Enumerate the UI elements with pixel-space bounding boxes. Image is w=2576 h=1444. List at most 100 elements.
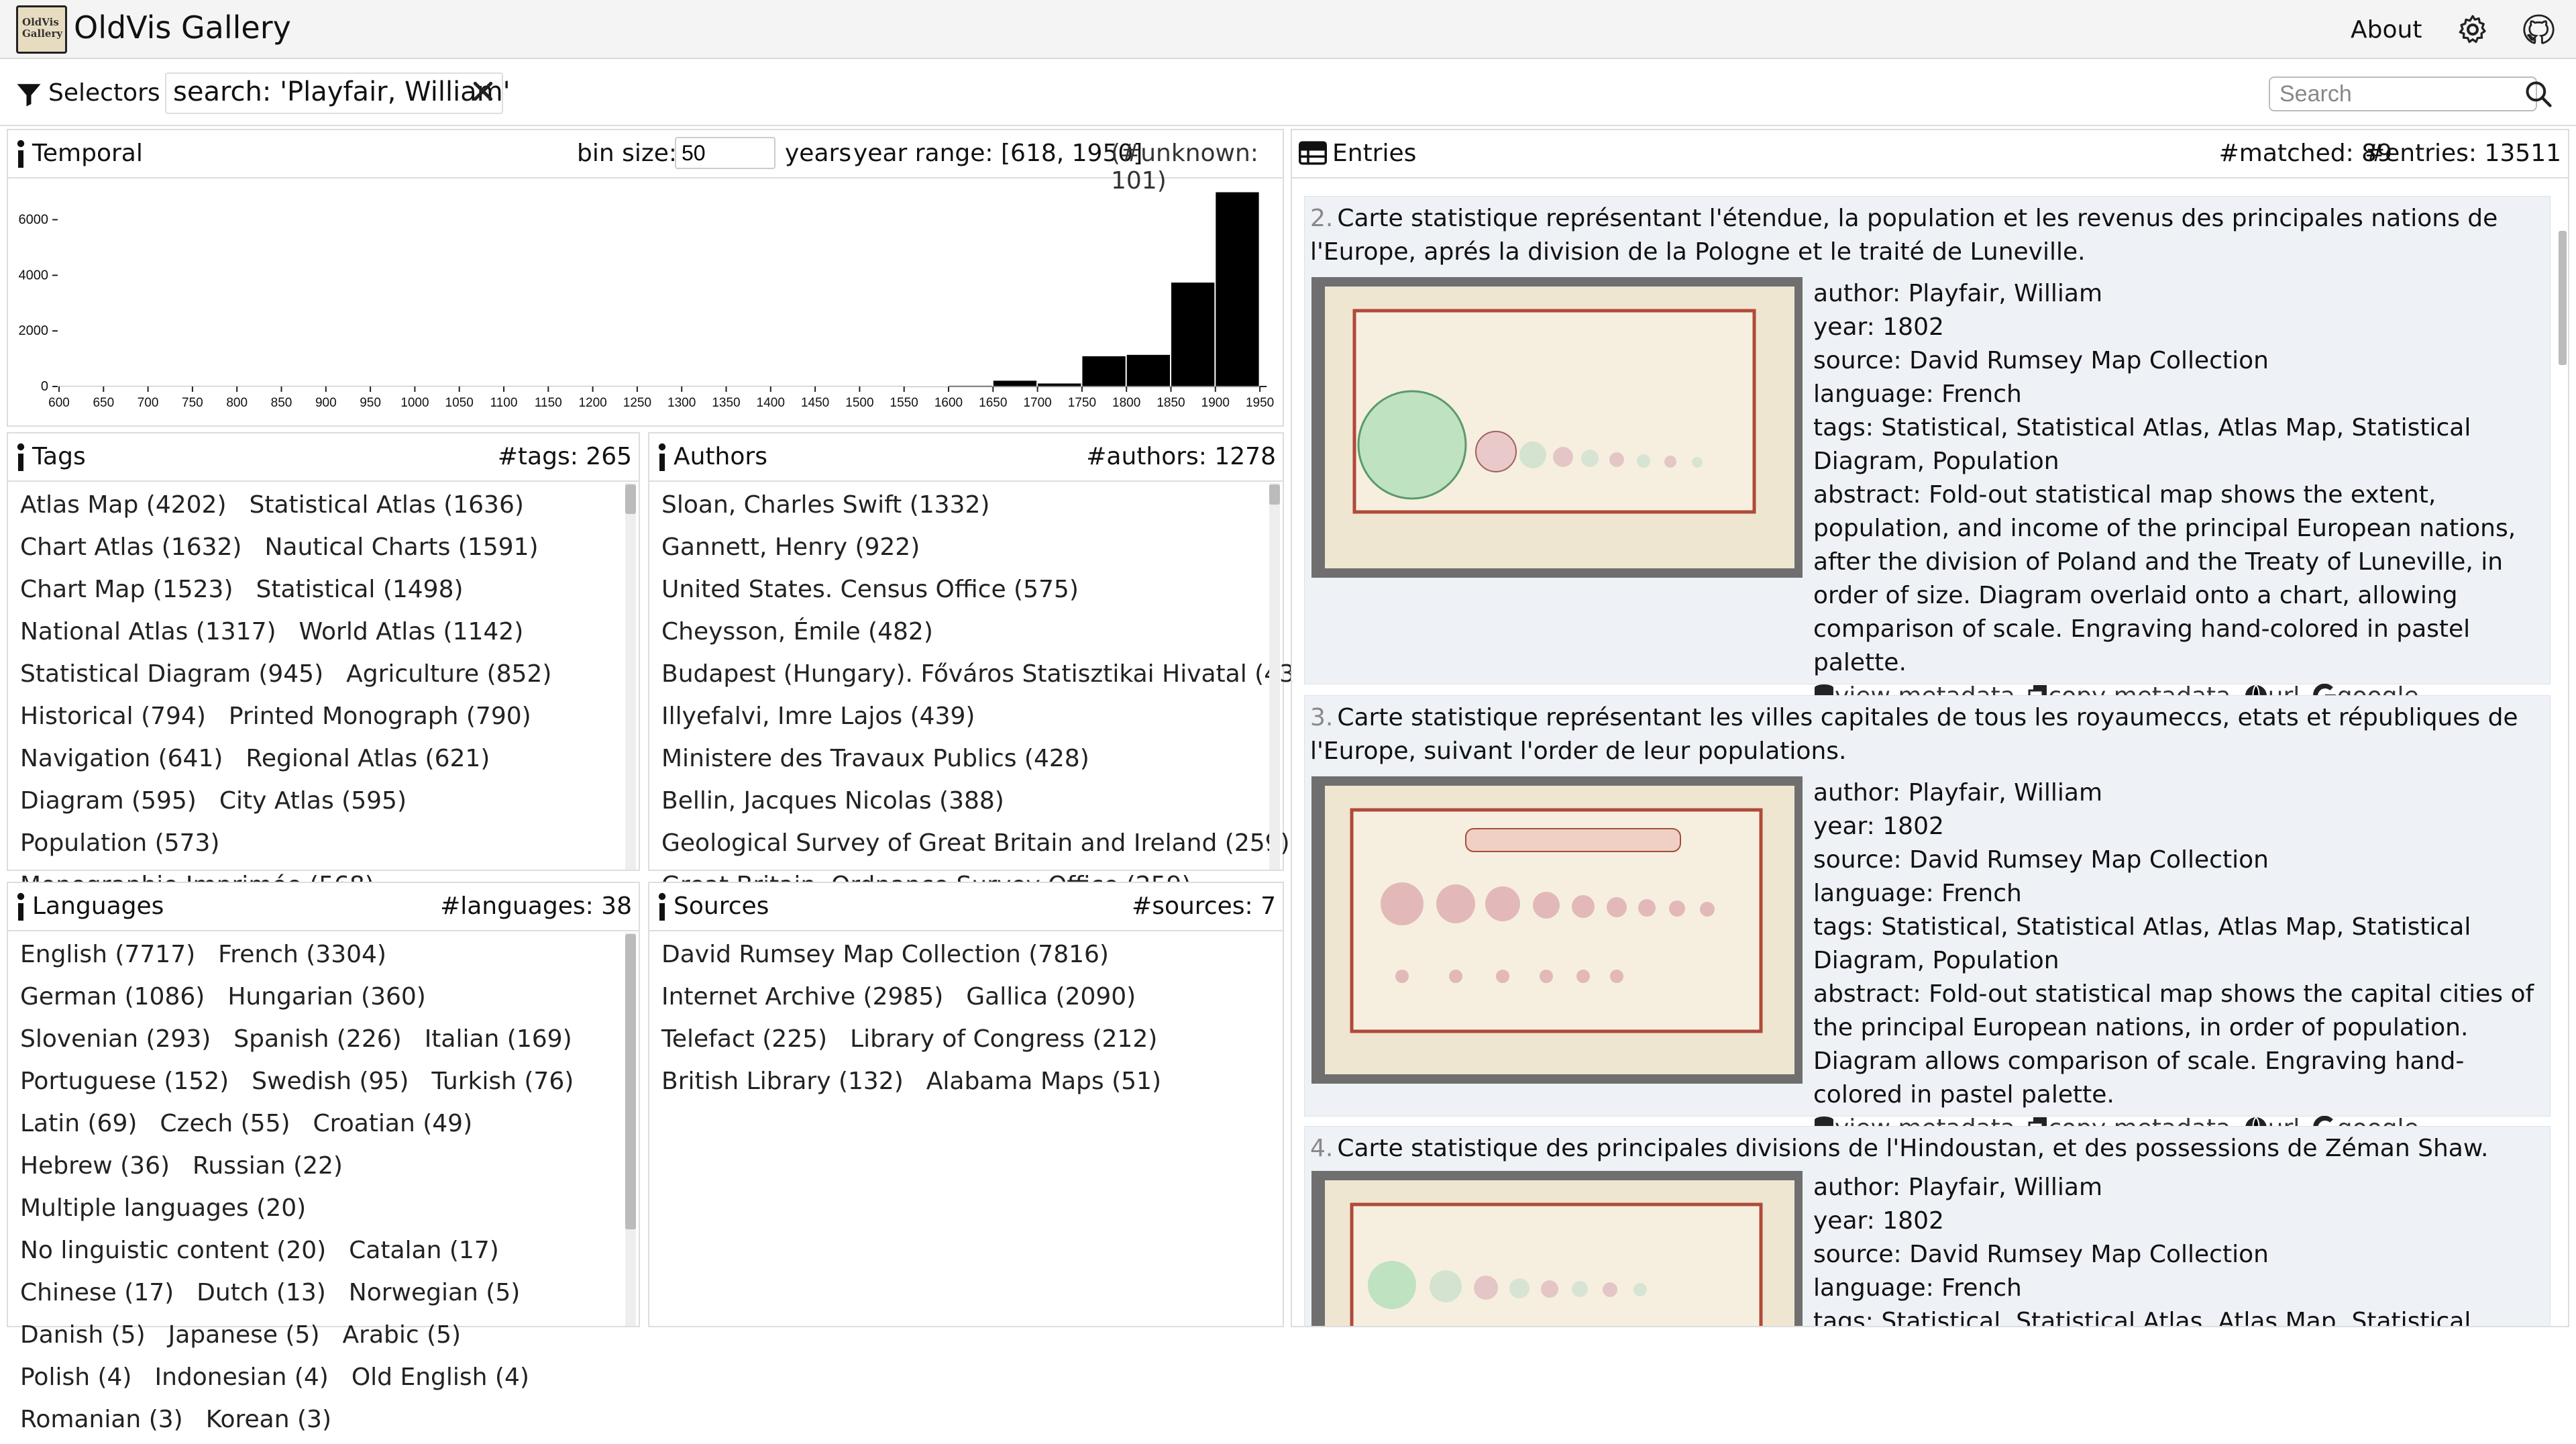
languages-facet-item[interactable]: Korean (3)	[206, 1402, 331, 1437]
languages-facet-item[interactable]: Czech (55)	[160, 1106, 290, 1141]
tags-facet-item[interactable]: Agriculture (852)	[346, 656, 551, 692]
sources-facet-item[interactable]: Internet Archive (2985)	[661, 979, 943, 1015]
tags-facet-item[interactable]: City Atlas (595)	[219, 783, 407, 819]
languages-facet-item[interactable]: German (1086)	[20, 979, 205, 1015]
authors-facet-item[interactable]: Geological Survey of Great Britain and I…	[661, 825, 1290, 861]
info-icon[interactable]	[13, 140, 28, 169]
languages-facet-item[interactable]: Multiple languages (20)	[20, 1190, 306, 1226]
entry-card: 3. Carte statistique représentant les vil…	[1304, 695, 2551, 1142]
authors-facet-item[interactable]: Ministere des Travaux Publics (428)	[661, 741, 1089, 776]
authors-facet-item[interactable]: Sloan, Charles Swift (1332)	[661, 487, 989, 523]
authors-facet-item[interactable]: Cheysson, Émile (482)	[661, 614, 933, 650]
languages-facet-item[interactable]: French (3304)	[218, 937, 386, 972]
tags-facet-item[interactable]: Statistical (1498)	[256, 572, 464, 607]
scrollbar-thumb[interactable]	[625, 484, 636, 514]
scrollbar[interactable]	[625, 483, 636, 870]
tags-facet-item[interactable]: Chart Map (1523)	[20, 572, 233, 607]
languages-facet-item[interactable]: Polish (4)	[20, 1359, 131, 1395]
entry-title[interactable]: 2. Carte statistique représentant l'étend…	[1310, 202, 2538, 269]
languages-facet-item[interactable]: Romanian (3)	[20, 1402, 183, 1437]
sources-facet-item[interactable]: David Rumsey Map Collection (7816)	[661, 937, 1109, 972]
info-icon[interactable]	[13, 443, 28, 472]
x-tick-label: 1200	[578, 396, 606, 410]
languages-facet-item[interactable]: Russian (22)	[193, 1148, 343, 1184]
authors-facet-item[interactable]: Illyefalvi, Imre Lajos (439)	[661, 699, 975, 734]
entry-thumbnail-image[interactable]	[1311, 1171, 1803, 1327]
sources-facet-item[interactable]: British Library (132)	[661, 1064, 904, 1099]
languages-facet-item[interactable]: Slovenian (293)	[20, 1021, 211, 1057]
tags-facet-item[interactable]: Diagram (595)	[20, 783, 197, 819]
app-title[interactable]: OldVis Gallery	[74, 9, 291, 46]
tags-facet-item[interactable]: National Atlas (1317)	[20, 614, 276, 650]
languages-facet-item[interactable]: Arabic (5)	[343, 1317, 462, 1353]
histogram-bar	[547, 386, 593, 388]
tags-facet-item[interactable]: Navigation (641)	[20, 741, 223, 776]
info-icon[interactable]	[13, 892, 28, 922]
github-icon[interactable]	[2522, 13, 2555, 46]
languages-facet-item[interactable]: Japanese (5)	[168, 1317, 320, 1353]
tags-facet-item[interactable]: Printed Monograph (790)	[229, 699, 531, 734]
tags-facet-item[interactable]: Atlas Map (4202)	[20, 487, 227, 523]
search-icon[interactable]	[2524, 79, 2553, 109]
authors-facet-item[interactable]: Budapest (Hungary). Főváros Statisztikai…	[661, 656, 1320, 692]
remove-selector-close-icon[interactable]	[470, 78, 496, 105]
languages-facet-item[interactable]: Dutch (13)	[197, 1275, 326, 1310]
languages-facet-item[interactable]: Swedish (95)	[252, 1064, 409, 1099]
sources-facet-item[interactable]: Gallica (2090)	[966, 979, 1136, 1015]
languages-facet-item[interactable]: Italian (169)	[425, 1021, 572, 1057]
info-icon[interactable]	[655, 892, 669, 922]
entry-title[interactable]: 4. Carte statistique des principales divi…	[1310, 1132, 2538, 1166]
tags-facet-item[interactable]: Statistical Atlas (1636)	[250, 487, 524, 523]
histogram-bar	[1081, 355, 1126, 387]
languages-facet-item[interactable]: Spanish (226)	[233, 1021, 401, 1057]
sources-facet-item[interactable]: Telefact (225)	[661, 1021, 827, 1057]
tags-facet-item[interactable]: Population (573)	[20, 825, 219, 861]
sources-facet-item[interactable]: Library of Congress (212)	[850, 1021, 1157, 1057]
languages-facet-item[interactable]: Catalan (17)	[349, 1233, 499, 1268]
tags-facet-item[interactable]: World Atlas (1142)	[299, 614, 524, 650]
authors-facet-item[interactable]: United States. Census Office (575)	[661, 572, 1079, 607]
languages-facet-item[interactable]: Hebrew (36)	[20, 1148, 170, 1184]
languages-facet-item[interactable]: No linguistic content (20)	[20, 1233, 326, 1268]
temporal-histogram[interactable]: 0 2000 4000 6000 600 650 700 750 800 850 900 950 100…	[8, 178, 1283, 425]
entry-title-text: Carte statistique des principales divisi…	[1337, 1135, 2489, 1162]
languages-facet-item[interactable]: Indonesian (4)	[154, 1359, 328, 1395]
languages-facet-item[interactable]: Latin (69)	[20, 1106, 137, 1141]
languages-facet-item[interactable]: Old English (4)	[352, 1359, 529, 1395]
scrollbar-thumb[interactable]	[1269, 484, 1280, 505]
languages-facet-item[interactable]: Portuguese (152)	[20, 1064, 229, 1099]
tags-facet-item[interactable]: Historical (794)	[20, 699, 206, 734]
entry-number: 3.	[1310, 704, 1334, 731]
authors-facet-item[interactable]: Gannett, Henry (922)	[661, 529, 920, 565]
info-icon[interactable]	[655, 443, 669, 472]
tags-facet-item[interactable]: Statistical Diagram (945)	[20, 656, 323, 692]
scrollbar[interactable]	[1269, 483, 1280, 870]
sources-facet-item[interactable]: Alabama Maps (51)	[926, 1064, 1161, 1099]
histogram-bar	[948, 384, 993, 387]
languages-facet-item[interactable]: Turkish (76)	[431, 1064, 574, 1099]
scrollbar-thumb[interactable]	[625, 934, 636, 1229]
about-link[interactable]: About	[2351, 16, 2422, 44]
languages-facet-item[interactable]: Hungarian (360)	[227, 979, 426, 1015]
search-input[interactable]	[2269, 76, 2537, 111]
entry-thumbnail-image[interactable]	[1311, 776, 1803, 1084]
tags-facet-item[interactable]: Chart Atlas (1632)	[20, 529, 241, 565]
app-logo[interactable]: OldVis Gallery	[16, 5, 67, 54]
languages-facet-item[interactable]: Norwegian (5)	[349, 1275, 521, 1310]
bin-size-input[interactable]	[675, 137, 775, 169]
settings-gear-icon[interactable]	[2457, 13, 2489, 46]
authors-panel: Authors #authors: 1278 Sloan, Charles Sw…	[648, 432, 1320, 899]
entry-title[interactable]: 3. Carte statistique représentant les vil…	[1310, 701, 2538, 768]
authors-facet-item[interactable]: Bellin, Jacques Nicolas (388)	[661, 783, 1004, 819]
languages-facet-item[interactable]: Croatian (49)	[313, 1106, 473, 1141]
languages-facet-item[interactable]: Danish (5)	[20, 1317, 146, 1353]
tags-count: #tags: 265	[497, 443, 632, 470]
entry-thumbnail-image[interactable]	[1311, 277, 1803, 578]
entry-language: language: French	[1813, 380, 2022, 408]
languages-facet-item[interactable]: Chinese (17)	[20, 1275, 174, 1310]
languages-facet-item[interactable]: English (7717)	[20, 937, 195, 972]
scrollbar-thumb[interactable]	[2559, 231, 2567, 365]
tags-facet-item[interactable]: Regional Atlas (621)	[246, 741, 490, 776]
x-tick-label: 1700	[1023, 396, 1051, 410]
tags-facet-item[interactable]: Nautical Charts (1591)	[264, 529, 538, 565]
